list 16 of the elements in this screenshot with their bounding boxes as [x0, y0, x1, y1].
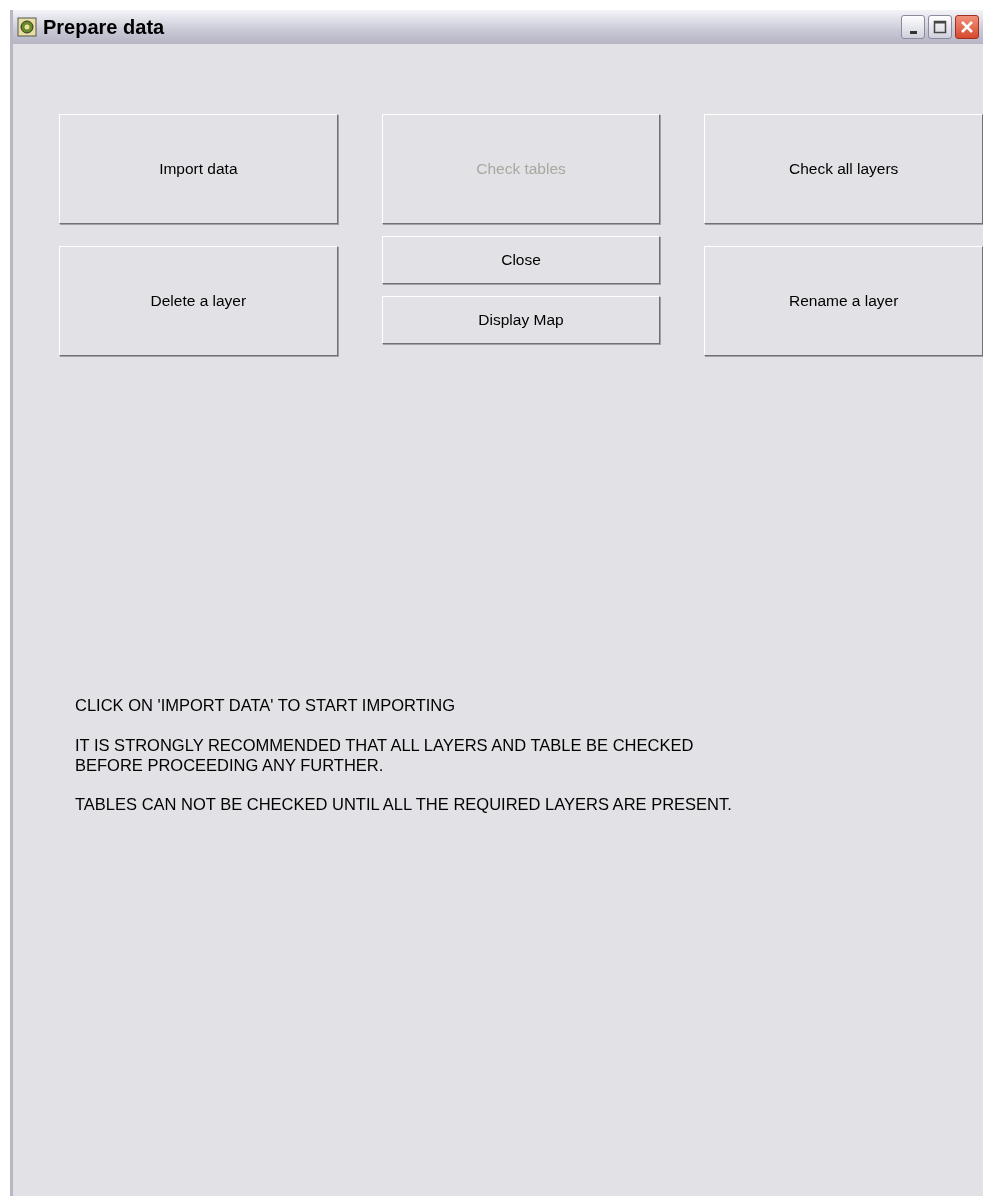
instruction-text: CLICK ON 'IMPORT DATA' TO START IMPORTING: [75, 696, 457, 716]
window-title: Prepare data: [43, 15, 166, 40]
close-icon: [960, 20, 974, 34]
action-button[interactable]: Delete a layer: [59, 246, 338, 356]
minimize-button[interactable]: [901, 15, 925, 39]
action-button[interactable]: Import data: [59, 114, 338, 224]
close-button[interactable]: [955, 15, 979, 39]
action-button[interactable]: Check all layers: [704, 114, 983, 224]
minimize-icon: [909, 30, 917, 34]
instruction-text: TABLES CAN NOT BE CHECKED UNTIL ALL THE REQUIRED LAYERS ARE PRESENT.: [75, 795, 733, 816]
instruction-text: IT IS STRONGLY RECOMMENDED THAT ALL LAYERS AND TABLE BE CHECKED BEFORE PROCEEDING ANY FURTHER.: [75, 735, 695, 776]
maximize-icon: [933, 20, 947, 34]
action-button[interactable]: Display Map: [381, 296, 661, 344]
action-button[interactable]: Rename a layer: [704, 246, 983, 356]
maximize-button[interactable]: [928, 15, 952, 39]
action-button[interactable]: Close: [381, 236, 661, 284]
